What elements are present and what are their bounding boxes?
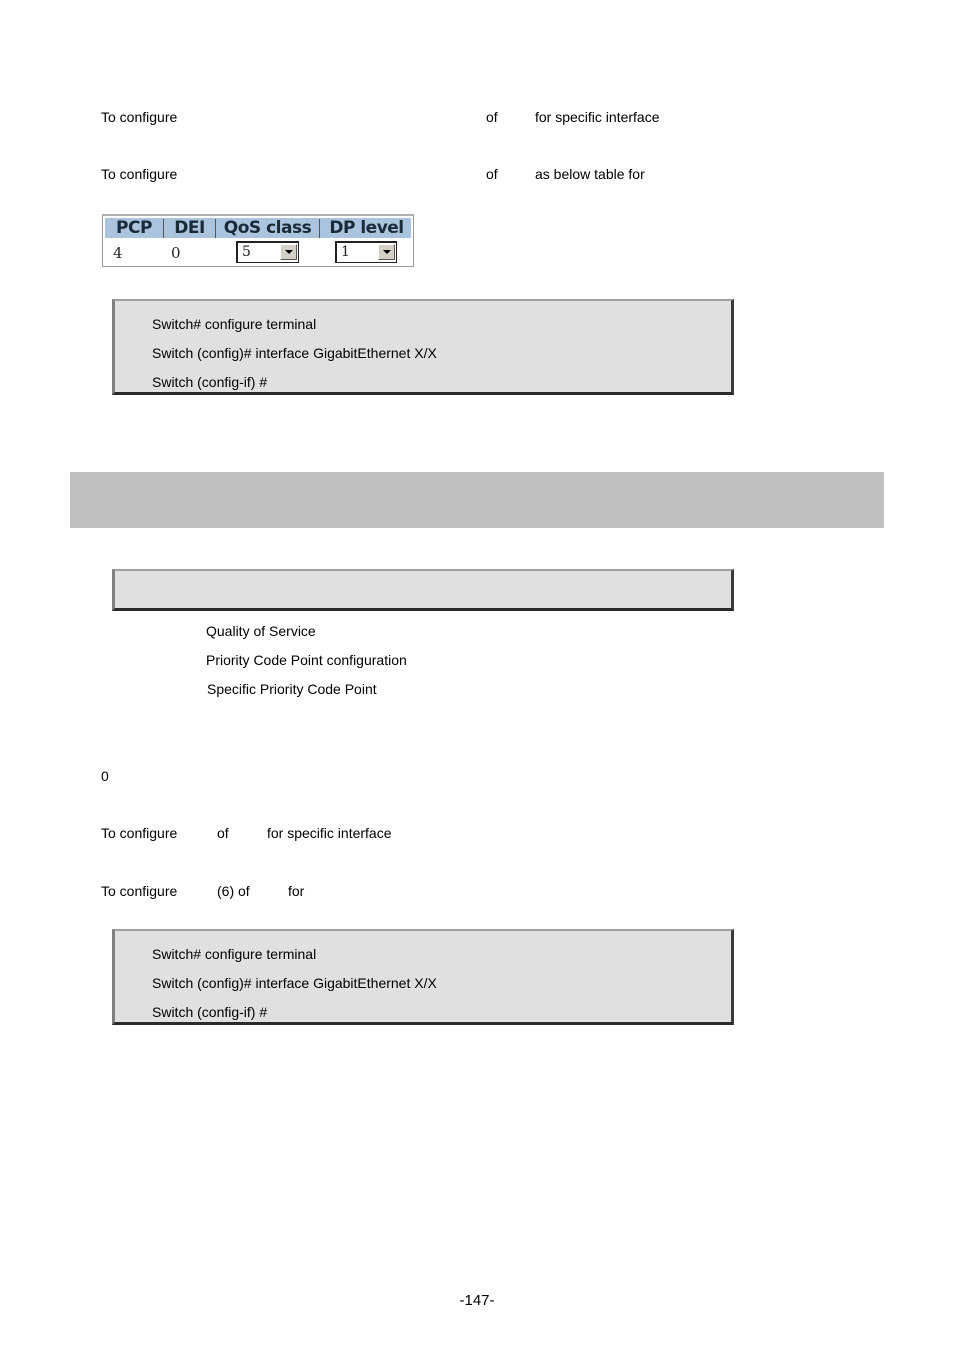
parameter-description: Quality of Service [206,623,316,639]
page-number: -147- [459,1292,495,1309]
text-fragment: for specific interface [267,825,392,841]
cli-line: Switch (config-if) # [152,374,268,390]
text-fragment: (6) of [217,883,250,899]
table-header: PCP DEI QoS class DP level [105,218,411,238]
dp-level-select[interactable]: 1 [335,241,397,263]
cli-line: Switch (config)# interface GigabitEthern… [152,975,437,991]
cli-example-box: Switch# configure terminal Switch (confi… [112,299,734,395]
header-dei: DEI [174,218,205,238]
pcp-mapping-table: PCP DEI QoS class DP level 4 0 5 1 [102,214,414,267]
text-fragment: To configure [101,109,178,125]
qos-class-value: 5 [242,244,251,260]
parameter-description: Specific Priority Code Point [207,681,377,697]
parameter-description: Priority Code Point configuration [206,652,407,668]
dropdown-button[interactable] [378,244,395,260]
text-fragment: for specific interface [535,109,660,125]
cli-line: Switch (config-if) # [152,1004,268,1020]
dp-level-value: 1 [341,244,350,260]
text-fragment: To configure [101,825,178,841]
command-syntax-box [112,569,734,611]
cli-line: Switch# configure terminal [152,946,317,962]
text-fragment: of [486,166,498,182]
text-fragment: of [217,825,229,841]
cell-pcp: 4 [113,244,123,262]
text-fragment: To configure [101,883,178,899]
header-qos-class: QoS class [223,218,312,238]
header-dp-level: DP level [329,218,404,238]
cli-line: Switch# configure terminal [152,316,317,332]
chevron-down-icon [285,250,293,254]
default-value: 0 [101,768,109,784]
qos-class-select[interactable]: 5 [236,241,299,263]
text-fragment: as below table for [535,166,645,182]
cli-line: Switch (config)# interface GigabitEthern… [152,345,437,361]
header-pcp: PCP [116,218,152,238]
text-fragment: for [288,883,305,899]
chevron-down-icon [383,250,391,254]
cell-dei: 0 [171,244,181,262]
text-fragment: To configure [101,166,178,182]
text-fragment: of [486,109,498,125]
dropdown-button[interactable] [280,244,297,260]
cli-example-box: Switch# configure terminal Switch (confi… [112,929,734,1025]
section-heading-banner [70,472,884,528]
